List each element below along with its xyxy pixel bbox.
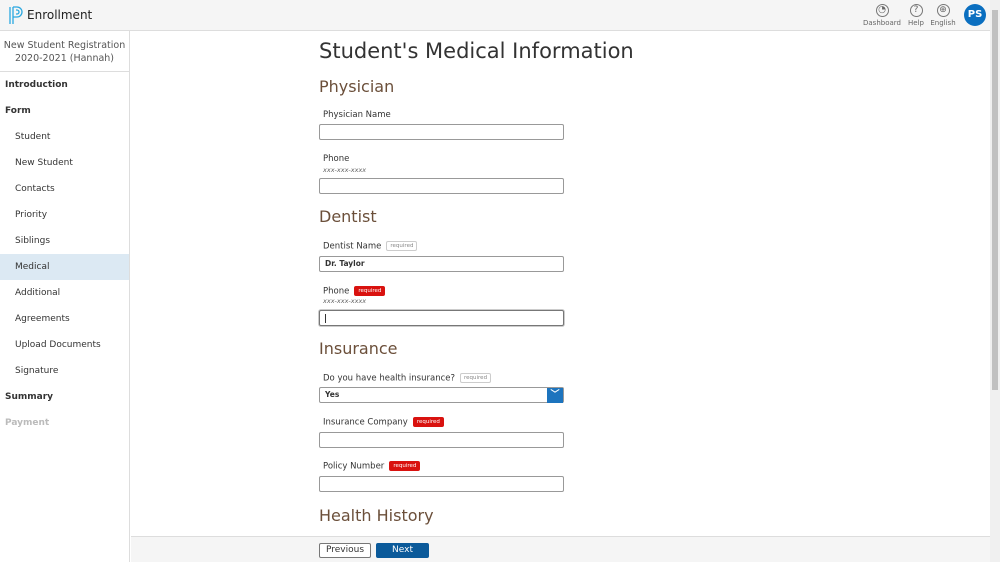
language-button[interactable]: ⊕ English [923, 4, 963, 27]
required-badge: required [354, 286, 386, 296]
insurance-company-input[interactable] [319, 432, 564, 448]
insurance-company-label: Insurance Company required [323, 417, 444, 428]
policy-number-input[interactable] [319, 476, 564, 492]
sidebar-item-payment: Payment [5, 418, 50, 428]
gauge-icon: ◔ [875, 4, 889, 17]
globe-icon: ⊕ [936, 4, 950, 17]
sidebar-item-student[interactable]: Student [0, 124, 129, 150]
section-dentist: Dentist [319, 207, 377, 226]
physician-phone-hint: xxx-xxx-xxxx [323, 166, 367, 174]
sidebar-item-new-student[interactable]: New Student [0, 150, 129, 176]
policy-number-text: Policy Number [323, 461, 385, 472]
sidebar-item-priority[interactable]: Priority [0, 202, 129, 228]
dentist-phone-text: Phone [323, 286, 350, 297]
has-insurance-select[interactable]: Yes ﹀ [319, 387, 564, 403]
scrollbar-thumb[interactable] [992, 10, 998, 390]
physician-name-input[interactable] [319, 124, 564, 140]
sidebar-item-introduction[interactable]: Introduction [0, 72, 129, 98]
physician-name-label: Physician Name [323, 110, 391, 120]
help-icon: ? [909, 4, 923, 17]
sidebar-item-contacts[interactable]: Contacts [0, 176, 129, 202]
sidebar-item-agreements[interactable]: Agreements [0, 306, 129, 332]
section-health-history: Health History [319, 506, 434, 525]
sidebar-item-signature[interactable]: Signature [0, 358, 129, 384]
sidebar-item-additional[interactable]: Additional [0, 280, 129, 306]
physician-phone-input[interactable] [319, 178, 564, 194]
text-cursor [325, 313, 326, 323]
sidebar-item-form[interactable]: Form [0, 98, 129, 124]
dentist-name-label: Dentist Name required [323, 241, 418, 252]
previous-button[interactable]: Previous [319, 543, 371, 558]
page-title: Student's Medical Information [319, 39, 634, 63]
footer-bar: Previous Next [131, 536, 990, 562]
required-badge: required [389, 461, 421, 471]
selected-value: Yes [325, 390, 340, 399]
sidebar-item-medical[interactable]: Medical [0, 254, 129, 280]
help-label: Help [908, 19, 924, 27]
scrollbar[interactable] [990, 0, 1000, 562]
sidebar-item-upload-documents[interactable]: Upload Documents [0, 332, 129, 358]
required-badge: required [386, 241, 418, 251]
avatar[interactable]: PS [964, 4, 986, 26]
sidebar: New Student Registration 2020-2021 (Hanna… [0, 31, 130, 562]
next-button[interactable]: Next [376, 543, 429, 558]
registration-title: New Student Registration 2020-2021 (Hanna… [0, 31, 129, 72]
required-badge: required [412, 417, 444, 427]
app-title: Enrollment [27, 8, 93, 22]
registration-name: New Student Registration [3, 40, 126, 51]
has-insurance-text: Do you have health insurance? [323, 373, 456, 384]
dentist-name-input[interactable]: Dr. Taylor [319, 256, 564, 272]
physician-phone-label: Phone [323, 154, 350, 164]
dentist-name-text: Dentist Name [323, 241, 382, 252]
section-physician: Physician [319, 77, 395, 96]
insurance-company-text: Insurance Company [323, 417, 408, 428]
sidebar-item-summary[interactable]: Summary [0, 384, 129, 410]
policy-number-label: Policy Number required [323, 461, 421, 472]
language-label: English [930, 19, 956, 27]
dentist-phone-label: Phone required [323, 286, 386, 297]
dentist-phone-hint: xxx-xxx-xxxx [323, 297, 367, 305]
dentist-phone-input[interactable] [319, 310, 564, 326]
sidebar-item-siblings[interactable]: Siblings [0, 228, 129, 254]
section-insurance: Insurance [319, 339, 398, 358]
registration-year: 2020-2021 (Hannah) [14, 53, 115, 64]
chevron-down-icon[interactable]: ﹀ [547, 388, 563, 403]
powerschool-logo [9, 6, 23, 24]
required-badge: required [460, 373, 492, 383]
app-header: Enrollment ◔ Dashboard ? Help ⊕ English PS [0, 0, 990, 31]
has-insurance-label: Do you have health insurance? required [323, 373, 492, 384]
